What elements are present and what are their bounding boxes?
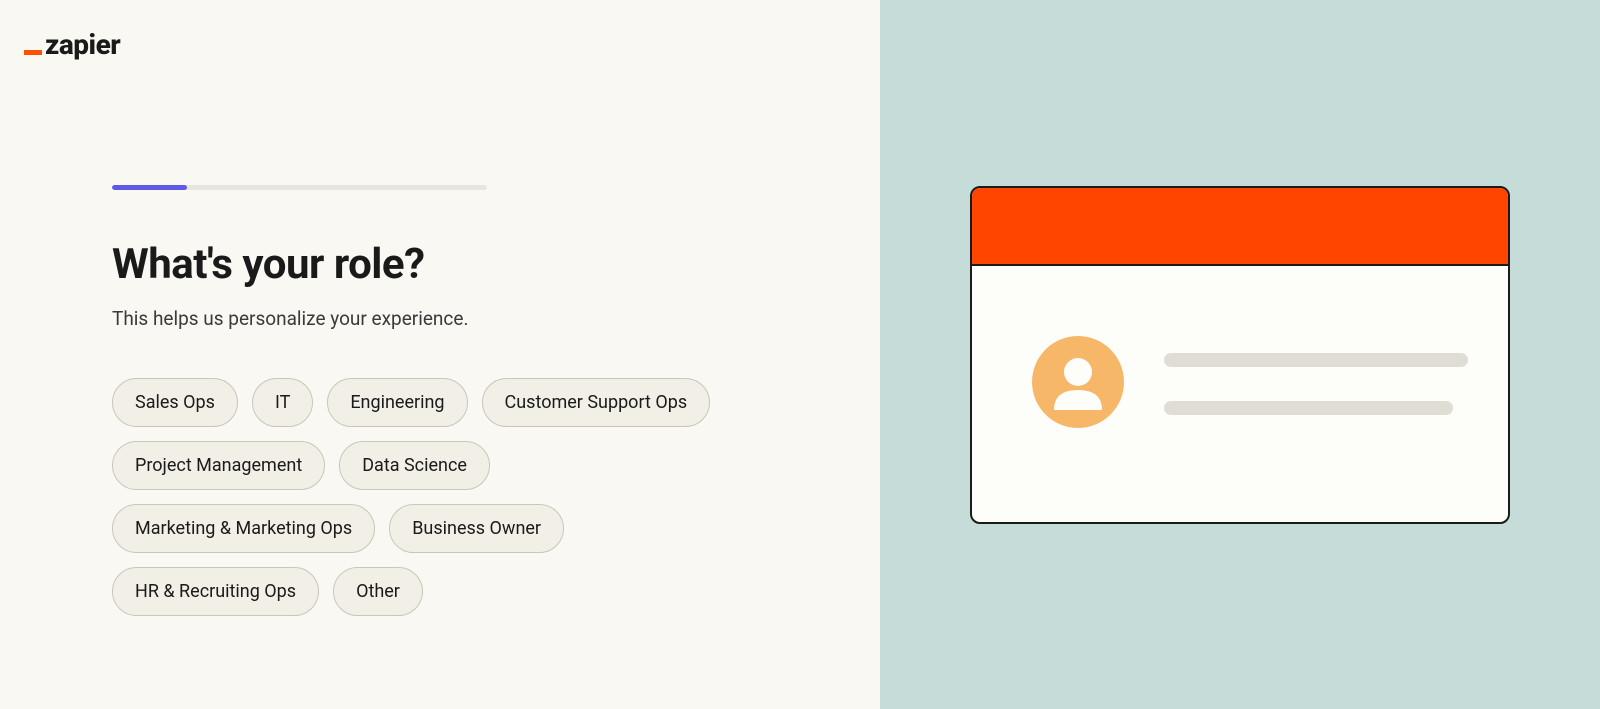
left-panel: zapier What's your role? This helps us p… — [0, 0, 880, 709]
role-chip-hr-recruiting-ops[interactable]: HR & Recruiting Ops — [112, 567, 319, 616]
avatar-icon — [1032, 336, 1124, 432]
role-chip-engineering[interactable]: Engineering — [327, 378, 467, 427]
card-body — [972, 266, 1508, 522]
role-options: Sales Ops IT Engineering Customer Suppor… — [112, 378, 752, 616]
role-chip-sales-ops[interactable]: Sales Ops — [112, 378, 238, 427]
profile-card-illustration — [970, 186, 1510, 524]
placeholder-line — [1164, 353, 1468, 367]
logo-text: zapier — [45, 28, 120, 61]
progress-fill — [112, 185, 187, 190]
card-header-bar — [972, 188, 1508, 266]
role-chip-customer-support-ops[interactable]: Customer Support Ops — [482, 378, 711, 427]
role-chip-other[interactable]: Other — [333, 567, 423, 616]
illustration-panel — [880, 0, 1600, 709]
logo-underscore-icon — [24, 50, 42, 55]
role-chip-business-owner[interactable]: Business Owner — [389, 504, 564, 553]
role-chip-project-management[interactable]: Project Management — [112, 441, 325, 490]
role-chip-data-science[interactable]: Data Science — [339, 441, 490, 490]
placeholder-line — [1164, 401, 1453, 415]
role-chip-marketing-ops[interactable]: Marketing & Marketing Ops — [112, 504, 375, 553]
placeholder-lines — [1164, 353, 1468, 415]
page-heading: What's your role? — [112, 240, 768, 289]
onboarding-content: What's your role? This helps us personal… — [0, 0, 880, 616]
brand-logo: zapier — [24, 28, 120, 61]
progress-bar — [112, 185, 487, 190]
page-subheading: This helps us personalize your experienc… — [112, 307, 768, 330]
role-chip-it[interactable]: IT — [252, 378, 313, 427]
